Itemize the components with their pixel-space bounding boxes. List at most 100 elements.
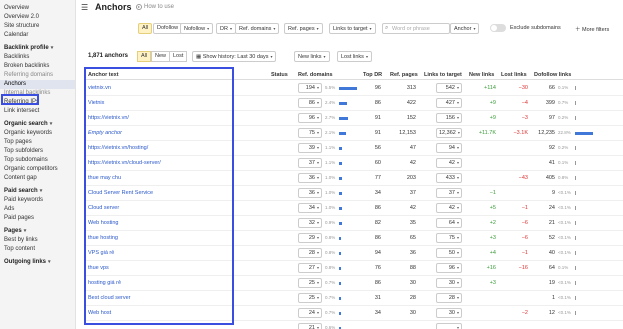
sidebar-item[interactable]: Referring domains [0,71,75,80]
sidebar-section[interactable]: Pages ▾ [0,227,75,236]
ref-domains-dropdown[interactable]: 86 ▾ [298,98,322,108]
ref-domains-dropdown[interactable]: 39 ▾ [298,143,322,153]
links-to-target-dropdown[interactable]: 30 ▾ [436,278,462,288]
top-dr-value: 86 [374,235,381,241]
sidebar-item[interactable]: Top pages [0,138,75,147]
links-to-target-dropdown[interactable]: 427 ▾ [436,98,462,108]
links-to-target-dropdown[interactable]: 28 ▾ [436,293,462,303]
sidebar-item[interactable]: Broken backlinks [0,62,75,71]
sidebar-item[interactable]: Organic keywords [0,129,75,138]
dofollow-links-value: 97 [548,115,555,121]
sidebar-section[interactable]: Organic search ▾ [0,120,75,129]
sidebar-section[interactable]: Paid search ▾ [0,187,75,196]
segment-all[interactable]: All [137,51,152,62]
col-ref-pages[interactable]: Ref. pages [390,72,418,78]
links-to-target-dropdown[interactable]: 94 ▾ [436,143,462,153]
links-to-target-dropdown[interactable]: 96 ▾ [436,263,462,273]
links-to-target-dropdown[interactable]: ▾ [436,323,462,329]
sidebar-item[interactable]: Ads [0,205,75,214]
links-to-target-dropdown[interactable]: 42 ▾ [436,203,462,213]
ref-domains-dropdown[interactable]: 29 ▾ [298,233,322,243]
sidebar-item[interactable]: Top subfolders [0,147,75,156]
ref-domains-dropdown[interactable]: 36 ▾ [298,188,322,198]
sidebar-item[interactable]: Anchors [0,80,75,89]
col-lost-links[interactable]: Lost links [501,72,527,78]
lost-links-value: −43 [518,175,528,181]
anchor-select[interactable]: Anchor ▾ [450,23,480,34]
ref-domains-dropdown[interactable]: 24 ▾ [298,308,322,318]
segment-new[interactable]: New [151,51,171,62]
links-to-target-dropdown[interactable]: 156 ▾ [436,113,462,123]
filter-nofollow-button[interactable]: Nofollow ▾ [180,23,214,34]
ref-domains-dropdown[interactable]: 32 ▾ [298,218,322,228]
sidebar-item[interactable]: Paid keywords [0,196,75,205]
exclude-subdomains-toggle[interactable] [490,24,506,32]
ref-pages-value: 65 [409,235,416,241]
sidebar-section[interactable]: Outgoing links ▾ [0,258,75,267]
ref-domains-dropdown[interactable]: 194 ▾ [298,83,322,93]
sidebar-item[interactable]: Site structure [0,22,75,31]
links-to-target-dropdown[interactable]: 42 ▾ [436,158,462,168]
sidebar-item[interactable]: Top subdomains [0,156,75,165]
filter-ref-pages-button[interactable]: Ref. pages ▾ [284,23,323,34]
ref-domains-dropdown[interactable]: 25 ▾ [298,278,322,288]
sidebar-item[interactable]: Link intersect [0,107,75,116]
search-input[interactable]: ⌕ Word or phrase [382,23,450,34]
ref-domains-percent: 0.9% [325,220,336,225]
col-new-links[interactable]: New links [469,72,494,78]
col-links-to-target[interactable]: Links to target [424,72,462,78]
links-to-target-dropdown[interactable]: 64 ▾ [436,218,462,228]
links-to-target-dropdown[interactable]: 433 ▾ [436,173,462,183]
links-to-target-dropdown[interactable]: 30 ▾ [436,308,462,318]
sidebar-item[interactable]: Calendar [0,31,75,40]
filter-dr-button[interactable]: DR ▾ [216,23,236,34]
col-ref-domains[interactable]: Ref. domains [298,72,333,78]
nofollow-label: Nofollow [184,26,206,32]
sidebar-section[interactable]: Backlink profile ▾ [0,44,75,53]
sidebar-item[interactable]: Overview 2.0 [0,13,75,22]
ref-domains-dropdown[interactable]: 75 ▾ [298,128,322,138]
ref-domains-dropdown[interactable]: 36 ▾ [298,173,322,183]
filter-dofollow-button[interactable]: Dofollow [153,23,183,34]
filter-all-button[interactable]: All [138,23,153,34]
ref-pages-value: 28 [409,295,416,301]
links-to-target-dropdown[interactable]: 542 ▾ [436,83,462,93]
ref-domains-dropdown[interactable]: 34 ▾ [298,203,322,213]
sidebar-item[interactable]: Top content [0,245,75,254]
links-to-target-value: 42 [448,160,455,166]
filter-ref-domains-button[interactable]: Ref. domains ▾ [235,23,280,34]
filter-bar: All Dofollow Nofollow ▾ DR ▾ Ref. domains ▾… [78,23,623,34]
ref-domains-value: 36 [308,190,315,196]
ref-pages-value: 47 [409,145,416,151]
chevron-down-icon: ▾ [316,295,319,300]
sidebar-item[interactable]: Paid pages [0,214,75,223]
filter-links-to-target-button[interactable]: Links to target ▾ [329,23,376,34]
sidebar-item[interactable]: Organic competitors [0,165,75,174]
col-status[interactable]: Status [271,72,288,78]
links-to-target-dropdown[interactable]: 75 ▾ [436,233,462,243]
lost-links-button[interactable]: Lost links ▾ [337,51,372,62]
ref-domains-dropdown[interactable]: 27 ▾ [298,263,322,273]
new-links-button[interactable]: New links ▾ [294,51,330,62]
dofollow-links-value: 1 [551,295,555,301]
ref-domains-dropdown[interactable]: 21 ▾ [298,323,322,329]
links-to-target-dropdown[interactable]: 50 ▾ [436,248,462,258]
col-top-dr[interactable]: Top DR [363,72,382,78]
sidebar-item[interactable]: Backlinks [0,53,75,62]
how-to-use-link[interactable]: ▸ How to use [136,4,174,10]
ref-domains-dropdown[interactable]: 37 ▾ [298,158,322,168]
menu-icon[interactable]: ☰ [81,3,88,12]
ref-domains-dropdown[interactable]: 25 ▾ [298,293,322,303]
links-to-target-dropdown[interactable]: 12,362 ▾ [436,128,462,138]
links-to-target-dropdown[interactable]: 37 ▾ [436,188,462,198]
more-filters-button[interactable]: ＋ More filters [575,25,609,33]
sidebar-item[interactable]: Content gap [0,174,75,183]
sidebar-item[interactable]: Overview [0,4,75,13]
sidebar-item[interactable]: Best by links [0,236,75,245]
col-dofollow-links[interactable]: Dofollow links [534,72,571,78]
segment-lost[interactable]: Lost [169,51,188,62]
ref-domains-bar [339,87,357,90]
ref-domains-dropdown[interactable]: 96 ▾ [298,113,322,123]
show-history-button[interactable]: ▦ Show history: Last 30 days ▾ [192,51,277,62]
ref-domains-dropdown[interactable]: 28 ▾ [298,248,322,258]
